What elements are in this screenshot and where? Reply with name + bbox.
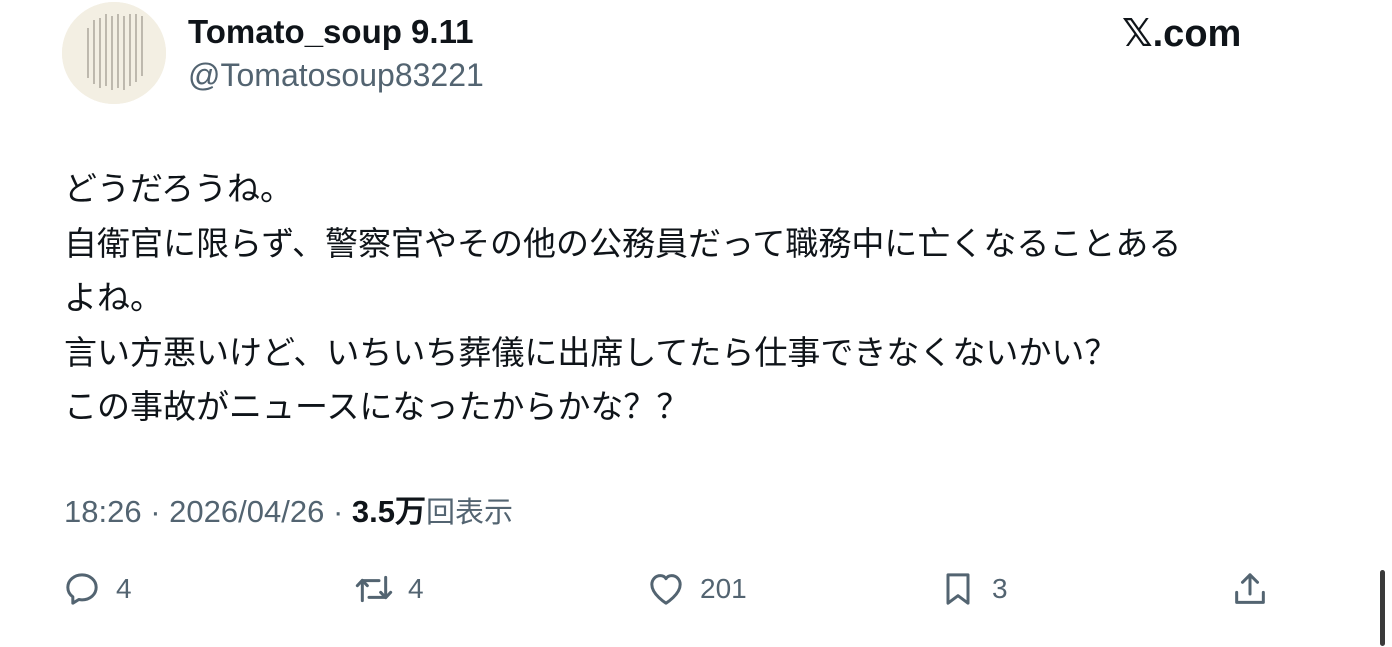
avatar-image [62,2,166,104]
x-com-logo: 𝕏.com [1122,12,1241,55]
tweet-line: よね。 [64,278,163,317]
action-bar: 4 4 201 3 [0,564,1392,614]
avatar[interactable] [62,2,166,104]
views-label: 回表示 [426,495,514,529]
tweet-line: 自衛官に限らず、警察官やその他の公務員だって職務中に亡くなることある [64,223,1182,263]
tweet-date[interactable]: 2026/04/26 [169,494,324,529]
repost-arrows-icon [355,575,393,603]
tweet-time[interactable]: 18:26 [64,494,142,529]
share-button[interactable] [1230,564,1270,614]
tweet-line: 言い方悪いけど、いちいち葬儀に出席してたら仕事できなくないかい？ [64,332,1118,372]
tweet-card: Tomato_soup 9.11 @Tomatosoup83221 𝕏.com … [0,0,1392,647]
x-logo-icon: 𝕏 [1122,11,1153,55]
tweet-line: この事故がニュースになったからかな？？ [64,387,690,426]
reply-button[interactable]: 4 [62,564,132,614]
share-upload-icon [1235,573,1265,604]
bookmark-icon [946,573,970,605]
bookmark-count: 3 [992,573,1008,604]
meta-separator: · [332,494,344,529]
user-handle[interactable]: @Tomatosoup83221 [188,55,484,95]
heart-icon [650,574,682,605]
x-domain-text: .com [1152,13,1242,55]
tweet-line: どうだろうね。 [64,169,294,208]
bookmark-button[interactable]: 3 [938,564,1008,614]
like-button[interactable]: 201 [646,564,747,614]
reply-count: 4 [116,573,132,604]
repost-count: 4 [408,573,424,604]
meta-separator: · [150,494,161,529]
scrollbar-thumb[interactable] [1380,570,1385,646]
repost-button[interactable]: 4 [354,564,424,614]
speech-bubble-icon [66,573,98,605]
like-count: 201 [700,573,747,604]
views-count: 3.5万 [351,494,426,529]
tweet-meta: 18:26 · 2026/04/26 · 3.5万回表示 [64,490,513,534]
tweet-text: どうだろうね。 自衛官に限らず、警察官やその他の公務員だって職務中に亡くなること… [64,162,1304,435]
display-name[interactable]: Tomato_soup 9.11 [188,12,473,52]
